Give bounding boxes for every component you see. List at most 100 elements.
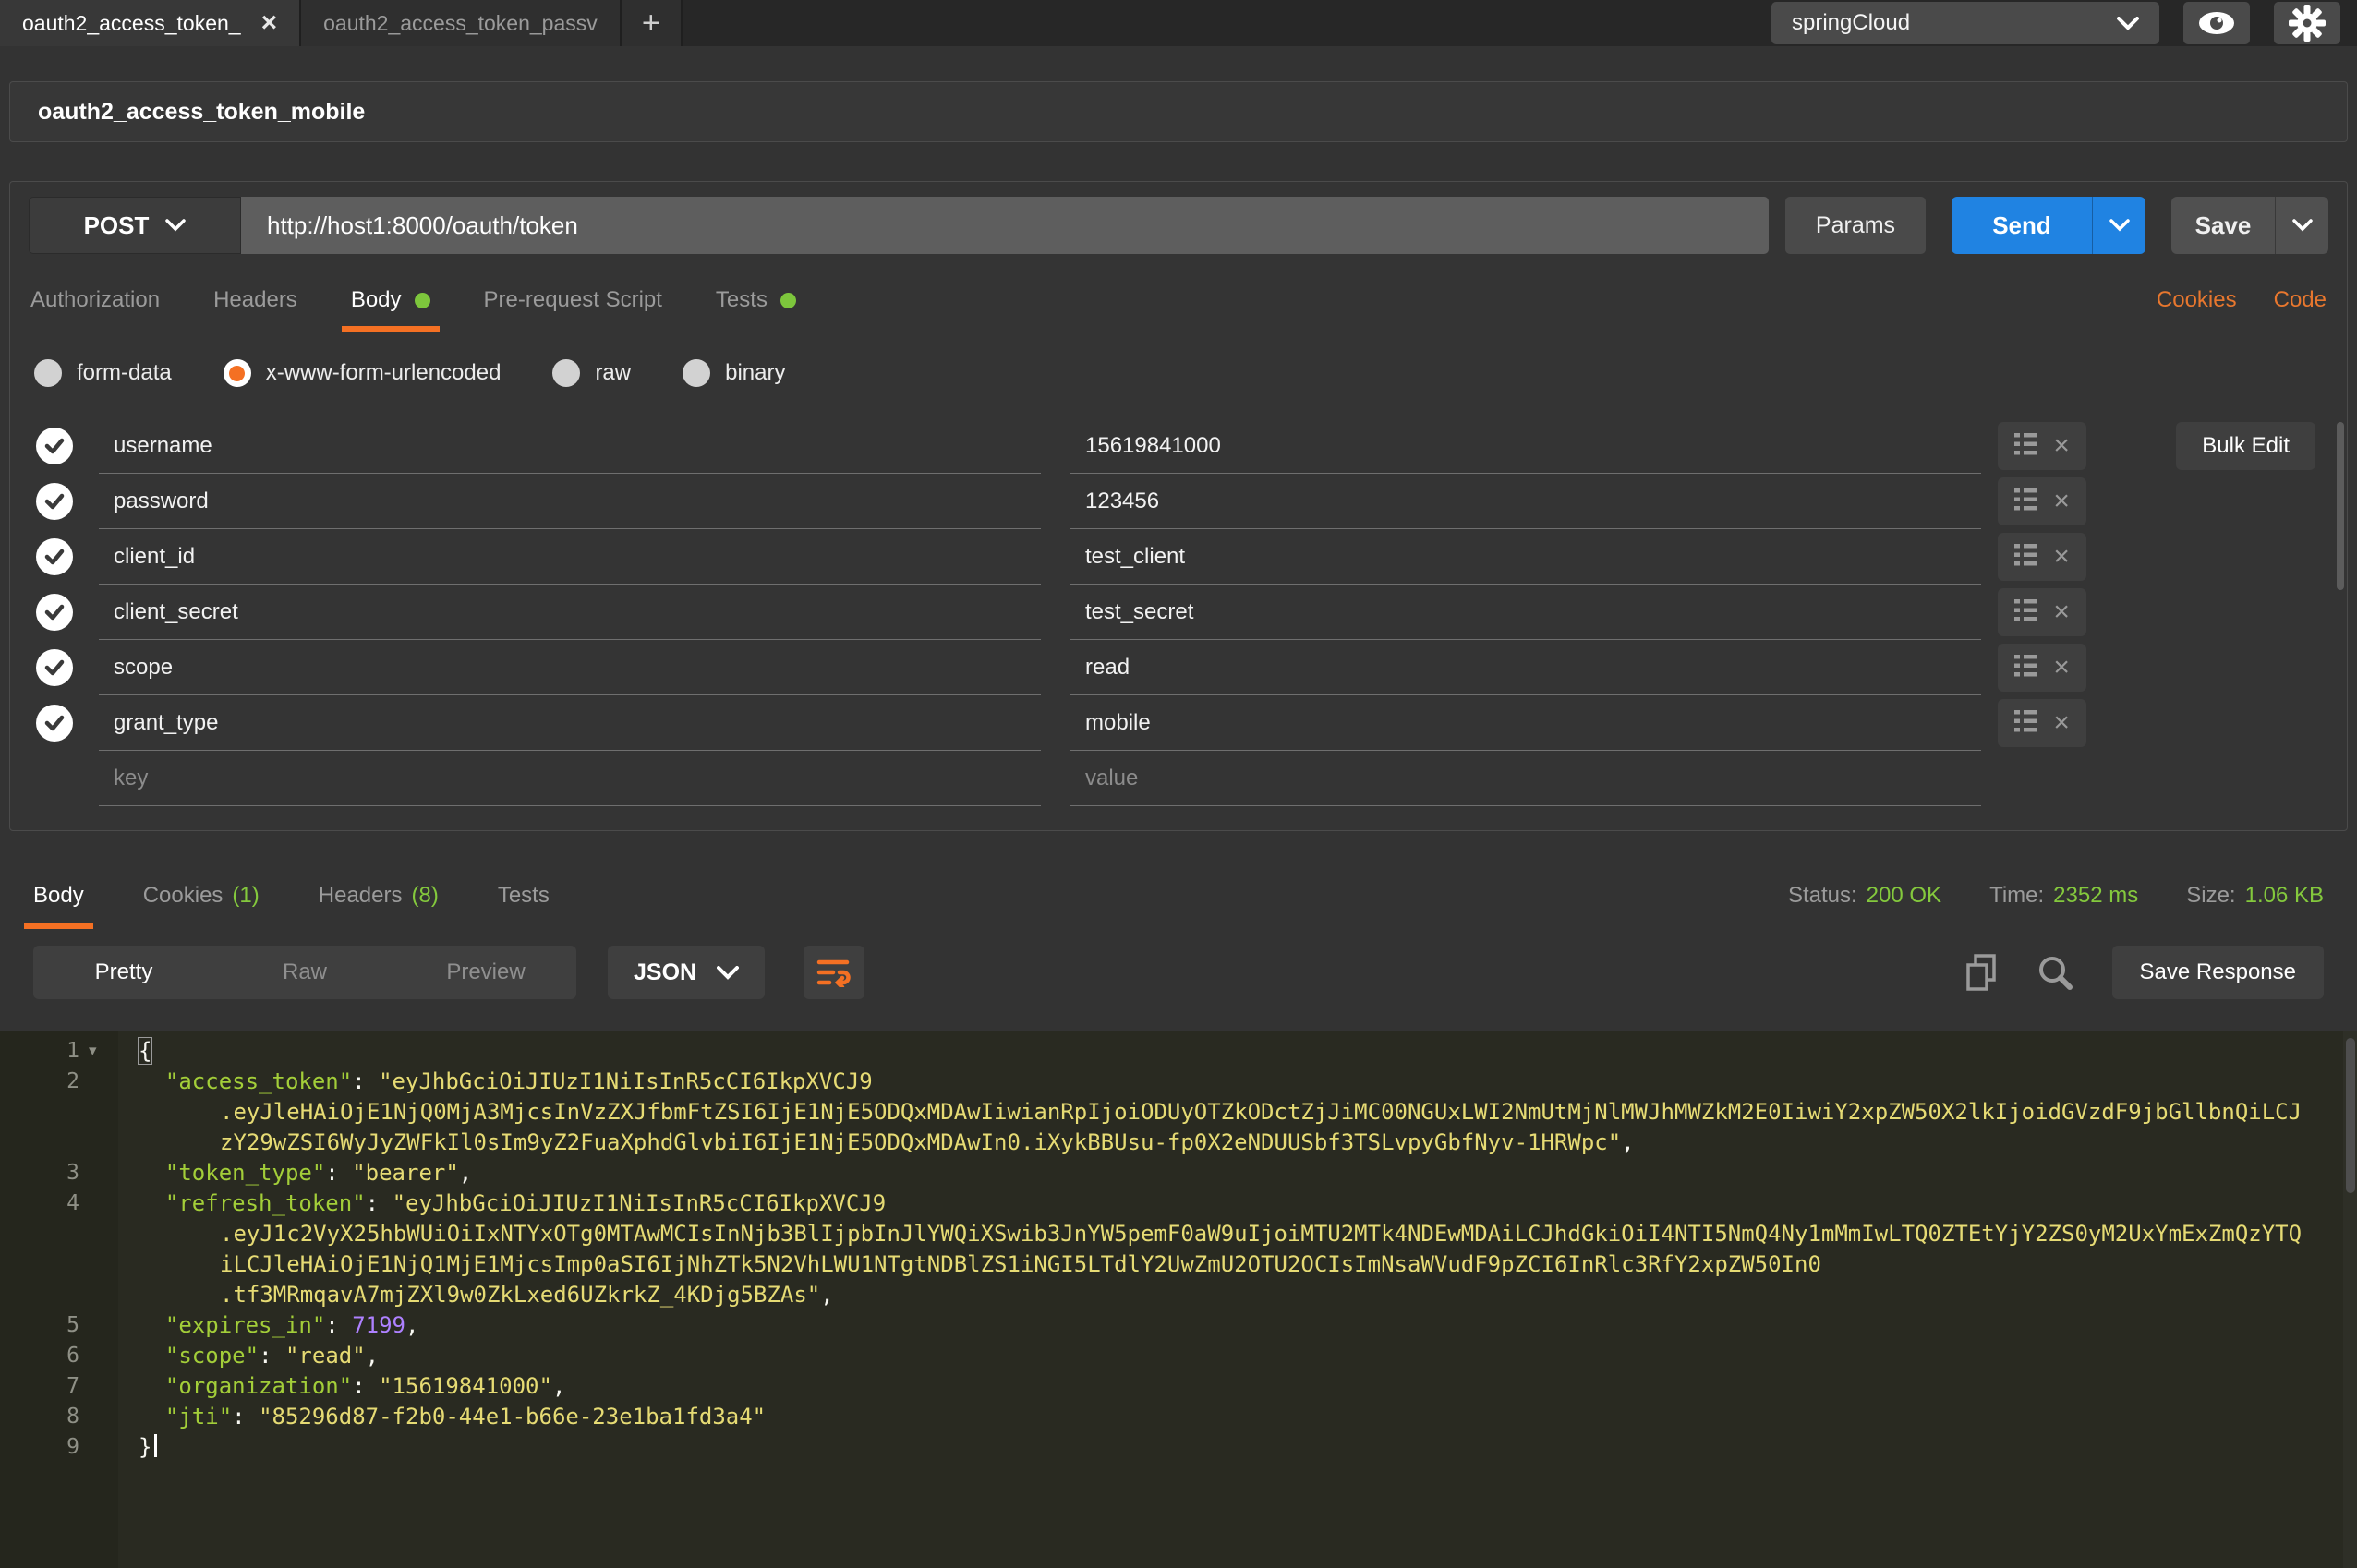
save-options-button[interactable] (2275, 197, 2328, 254)
cookies-link[interactable]: Cookies (2157, 287, 2237, 313)
environment-quick-look-button[interactable] (2183, 2, 2250, 44)
response-tab-body[interactable]: Body (33, 883, 84, 929)
tab-authorization[interactable]: Authorization (30, 287, 160, 332)
row-menu-icon[interactable] (2014, 488, 2037, 516)
key-cell[interactable]: grant_type (99, 695, 1041, 751)
row-enabled-checkbox[interactable] (36, 594, 73, 631)
tab-body[interactable]: Body (351, 287, 430, 332)
method-label: POST (84, 211, 150, 240)
tab-headers[interactable]: Headers (213, 287, 297, 332)
code-link[interactable]: Code (2274, 287, 2327, 313)
save-button[interactable]: Save (2171, 197, 2275, 254)
row-menu-icon[interactable] (2014, 543, 2037, 572)
radio-unselected[interactable] (552, 359, 580, 387)
code-text: "scope": "read", (0, 1341, 2357, 1371)
copy-icon[interactable] (1964, 953, 1998, 992)
response-format-selector[interactable]: JSON (608, 946, 765, 999)
row-delete-icon[interactable]: × (2053, 709, 2070, 737)
kv-scrollbar-thumb[interactable] (2337, 422, 2344, 590)
radio-unselected[interactable] (683, 359, 710, 387)
new-tab-button[interactable]: + (622, 0, 683, 46)
token: "scope" (165, 1343, 259, 1369)
url-input[interactable]: http://host1:8000/oauth/token (241, 197, 1769, 254)
radio-unselected[interactable] (34, 359, 62, 387)
settings-button[interactable] (2274, 2, 2340, 44)
view-mode-pretty[interactable]: Pretty (33, 946, 214, 999)
row-checkbox-cell (10, 695, 99, 751)
bulk-edit-button[interactable]: Bulk Edit (2176, 422, 2315, 470)
green-dot (415, 293, 430, 308)
code-line: .eyJ1c2VyX25hbWUiOiIxNTYxOTg0MTAwMCIsInN… (0, 1219, 2357, 1249)
response-toolbar-right: Save Response (1964, 946, 2324, 999)
view-mode-preview[interactable]: Preview (395, 946, 576, 999)
key-cell-placeholder[interactable]: key (99, 751, 1041, 806)
key-cell[interactable]: client_secret (99, 585, 1041, 640)
row-delete-icon[interactable]: × (2053, 543, 2070, 571)
token: , (552, 1373, 565, 1399)
key-cell[interactable]: username (99, 418, 1041, 474)
row-delete-icon[interactable]: × (2053, 598, 2070, 626)
row-delete-icon[interactable]: × (2053, 654, 2070, 681)
code-line: zY29wZSI6WyJyZWFkIl0sIm9yZ2FuaXphdGlvbiI… (0, 1128, 2357, 1158)
row-enabled-checkbox[interactable] (36, 649, 73, 686)
tab-label: Pre-request Script (484, 287, 662, 313)
code-text: "expires_in": 7199, (0, 1310, 2357, 1341)
view-mode-raw[interactable]: Raw (214, 946, 395, 999)
row-enabled-checkbox[interactable] (36, 483, 73, 520)
table-row: client_secret test_secret × (10, 585, 2347, 640)
wrap-text-button[interactable] (804, 946, 864, 999)
environment-selector[interactable]: springCloud (1771, 2, 2159, 44)
meta-value: 1.06 KB (2245, 883, 2324, 908)
row-delete-icon[interactable]: × (2053, 432, 2070, 460)
params-button[interactable]: Params (1785, 197, 1926, 254)
value-cell[interactable]: 15619841000 (1070, 418, 1981, 474)
row-menu-icon[interactable] (2014, 709, 2037, 738)
tab-pre-request-script[interactable]: Pre-request Script (484, 287, 662, 332)
method-selector[interactable]: POST (29, 197, 241, 254)
table-row: grant_type mobile × (10, 695, 2347, 751)
request-tab[interactable]: oauth2_access_token_passv (301, 0, 622, 46)
fold-toggle-icon[interactable]: ▾ (89, 1036, 97, 1067)
key-cell[interactable]: client_id (99, 529, 1041, 585)
value-cell[interactable]: 123456 (1070, 474, 1981, 529)
row-delete-icon[interactable]: × (2053, 488, 2070, 515)
body-mode-raw[interactable]: raw (552, 359, 631, 387)
row-enabled-checkbox[interactable] (36, 705, 73, 742)
send-options-button[interactable] (2092, 197, 2145, 254)
table-row: client_id test_client × (10, 529, 2347, 585)
value-cell[interactable]: test_secret (1070, 585, 1981, 640)
request-tab[interactable]: oauth2_access_token_× (0, 0, 301, 46)
row-checkbox-cell (10, 529, 99, 585)
row-menu-icon[interactable] (2014, 432, 2037, 461)
value-cell[interactable]: mobile (1070, 695, 1981, 751)
tab-tests[interactable]: Tests (716, 287, 796, 332)
send-button[interactable]: Send (1952, 197, 2092, 254)
key-cell[interactable]: scope (99, 640, 1041, 695)
row-enabled-checkbox[interactable] (36, 428, 73, 464)
body-mode-binary[interactable]: binary (683, 359, 785, 387)
code-line: 1▾{ (0, 1036, 2357, 1067)
response-tab-headers[interactable]: Headers(8) (319, 883, 439, 929)
meta-label: Size: (2186, 883, 2235, 908)
line-number: 9 (0, 1432, 79, 1463)
search-icon[interactable] (2037, 954, 2073, 991)
response-scrollbar-thumb[interactable] (2346, 1038, 2355, 1193)
token: "read" (285, 1343, 366, 1369)
value-cell[interactable]: test_client (1070, 529, 1981, 585)
value-cell-placeholder[interactable]: value (1070, 751, 1981, 806)
row-menu-icon[interactable] (2014, 598, 2037, 627)
row-enabled-checkbox[interactable] (36, 538, 73, 575)
row-menu-icon[interactable] (2014, 654, 2037, 682)
body-mode-form-data[interactable]: form-data (34, 359, 172, 387)
value-cell[interactable]: read (1070, 640, 1981, 695)
close-tab-icon[interactable]: × (261, 9, 278, 37)
token: { (139, 1038, 151, 1064)
response-tab-tests[interactable]: Tests (498, 883, 550, 929)
radio-selected[interactable] (224, 359, 251, 387)
save-response-button[interactable]: Save Response (2112, 946, 2324, 999)
row-actions: × (1998, 533, 2086, 581)
body-mode-x-www-form-urlencoded[interactable]: x-www-form-urlencoded (224, 359, 502, 387)
key-cell[interactable]: password (99, 474, 1041, 529)
token: "refresh_token" (165, 1190, 366, 1216)
response-tab-cookies[interactable]: Cookies(1) (143, 883, 260, 929)
